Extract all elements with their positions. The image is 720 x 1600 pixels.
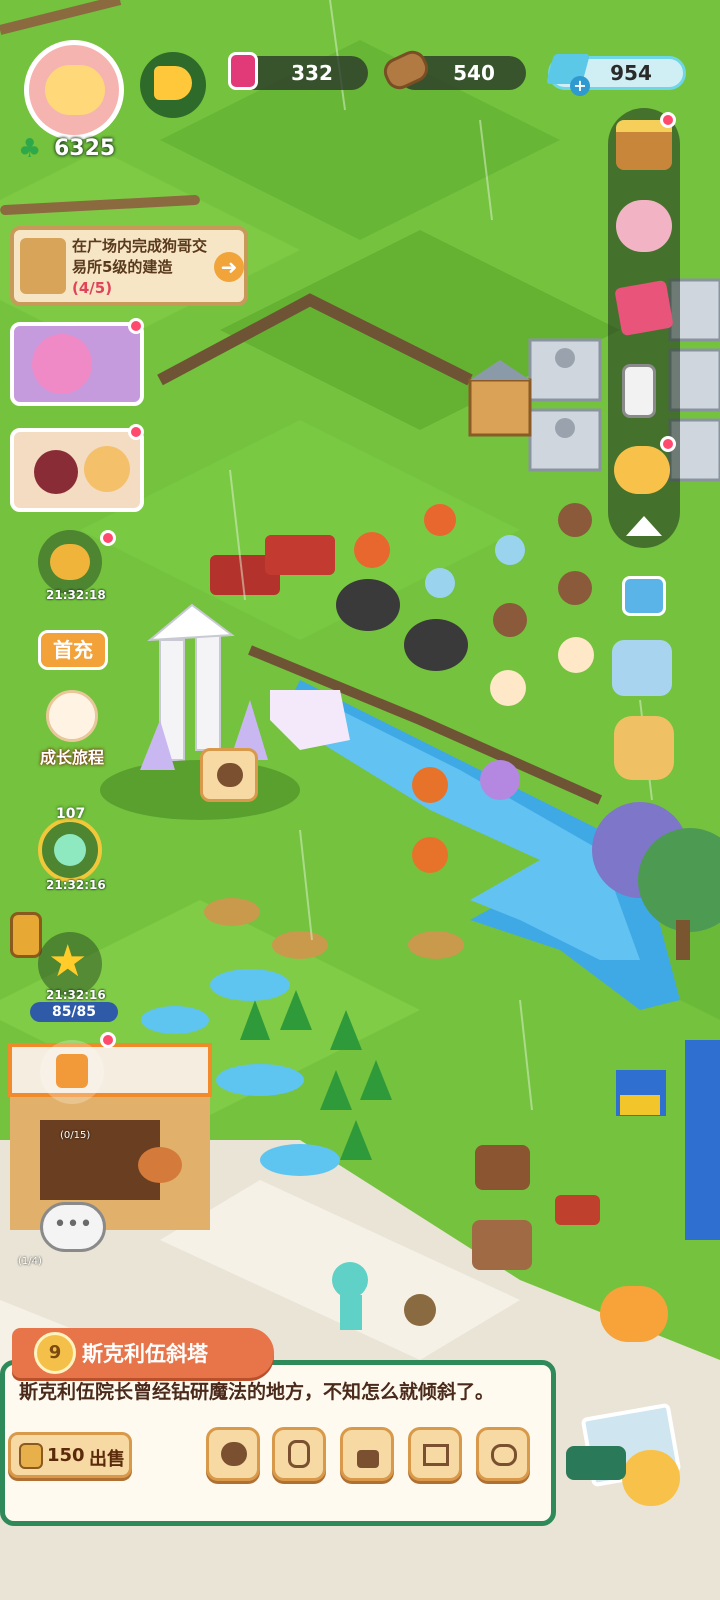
chick-phone-icon[interactable]	[612, 640, 672, 696]
player-avatar[interactable]	[24, 40, 124, 140]
growth-journey-badge[interactable]: 成长旅程	[22, 690, 122, 780]
sell-price: 150	[47, 1445, 85, 1466]
avatar-face	[45, 65, 105, 115]
energy-timer: 21:32:16	[46, 988, 106, 1002]
edit-hand-icon	[217, 763, 243, 787]
event-timer-1: 21:32:18	[46, 588, 106, 602]
photo-mode-button[interactable]	[566, 1402, 686, 1520]
event-card-1-art	[32, 334, 92, 394]
storage-box-button[interactable]	[408, 1427, 462, 1481]
cat-face-icon	[491, 1444, 517, 1466]
backpack-icon[interactable]	[614, 716, 674, 780]
shop-upgrade-notification-dot	[100, 1032, 116, 1048]
announcement-button[interactable]	[140, 52, 206, 118]
hand-icon	[221, 1442, 247, 1466]
camera-icon[interactable]	[622, 576, 666, 616]
collapse-arrow-icon[interactable]	[626, 516, 662, 536]
bag-icon	[288, 1440, 310, 1468]
growth-journey-label: 成长旅程	[39, 748, 104, 767]
sell-button[interactable]: 150 出售	[8, 1432, 132, 1478]
camera-body-icon	[566, 1446, 626, 1480]
potion-value: 332	[291, 61, 333, 85]
store-backpack-button[interactable]	[272, 1427, 326, 1481]
orb-count: 107	[56, 806, 86, 822]
bunny-bear-icon[interactable]	[616, 200, 672, 252]
quest-panel[interactable]: 在广场内完成狗哥交易所5级的建造 (4/5) ➜	[10, 226, 248, 306]
star-energy-button[interactable]: ★	[38, 932, 102, 996]
chat-dots-icon: •••	[53, 1212, 93, 1237]
chick-megaphone-icon[interactable]	[614, 446, 670, 494]
orb-timer-button[interactable]	[38, 818, 102, 882]
energy-value: 85/85	[51, 1004, 97, 1020]
gem-value: 954	[610, 61, 652, 85]
building-level: 9	[48, 1342, 62, 1363]
chick-megaphone-notification-dot	[660, 436, 676, 452]
building-title-banner: 9 斯克利伍斜塔	[12, 1328, 274, 1378]
sell-label: 出售	[89, 1449, 125, 1470]
quest-go-arrow-icon[interactable]: ➜	[214, 252, 244, 282]
wood-value: 540	[453, 61, 495, 85]
camera-duck-icon	[622, 1450, 680, 1506]
coin-stack-icon	[19, 1443, 43, 1469]
quest-progress: (4/5)	[72, 279, 113, 297]
star-icon: ★	[48, 936, 88, 987]
quest-text: 在广场内完成狗哥交易所5级的建造 (4/5)	[72, 236, 212, 299]
edit-button[interactable]	[206, 1427, 260, 1481]
chat-bubble-button[interactable]: •••	[40, 1202, 106, 1252]
clover-count: 6325	[54, 136, 116, 161]
market-notification-dot	[660, 112, 676, 128]
clover-icon: ♣	[18, 134, 42, 164]
event-timer-1-notification-dot	[100, 530, 116, 546]
unlock-button[interactable]	[340, 1427, 394, 1481]
first-recharge-label: 首充	[53, 638, 93, 662]
event-card-1[interactable]	[10, 322, 144, 406]
event-card-1-notification-dot	[128, 318, 144, 334]
orb-icon	[54, 834, 86, 866]
market-stall-icon[interactable]	[616, 120, 672, 170]
building-name: 斯克利伍斜塔	[82, 1342, 208, 1366]
energy-bar: 85/85	[30, 1002, 118, 1022]
duck-wizard-icon	[50, 544, 90, 580]
shop-upgrade-icon	[56, 1054, 88, 1088]
sheep-icon	[46, 690, 98, 742]
lantern-icon[interactable]	[10, 912, 42, 958]
phone-icon[interactable]	[622, 364, 656, 418]
tower-info-button[interactable]	[200, 748, 258, 802]
event-card-2-art	[34, 450, 78, 494]
shop-count-b: (1/4)	[18, 1256, 42, 1267]
add-gems-icon[interactable]: +	[570, 76, 590, 96]
unlock-icon	[357, 1450, 379, 1468]
event-card-2-notification-dot	[128, 424, 144, 440]
potion-icon	[228, 52, 258, 90]
orb-timer: 21:32:16	[46, 878, 106, 892]
first-recharge-badge[interactable]: 首充	[38, 630, 108, 670]
quest-description: 在广场内完成狗哥交易所5级的建造	[72, 237, 208, 276]
shop-count-a: (0/15)	[60, 1130, 91, 1141]
event-card-2[interactable]	[10, 428, 144, 512]
pet-button[interactable]	[476, 1427, 530, 1481]
shop-upgrade-button[interactable]	[40, 1040, 104, 1104]
quest-building-icon	[20, 238, 66, 294]
building-description: 斯克利伍院长曾经钻研魔法的地方，不知怎么就倾斜了。	[19, 1381, 495, 1403]
event-timer-button-1[interactable]	[38, 530, 102, 594]
chicks-pair-icon[interactable]	[600, 1286, 668, 1342]
book-icon[interactable]	[614, 279, 674, 337]
box-down-icon	[423, 1444, 449, 1466]
megaphone-icon	[154, 66, 192, 100]
building-level-badge: 9	[34, 1332, 76, 1374]
event-card-2-art-b	[84, 446, 130, 492]
